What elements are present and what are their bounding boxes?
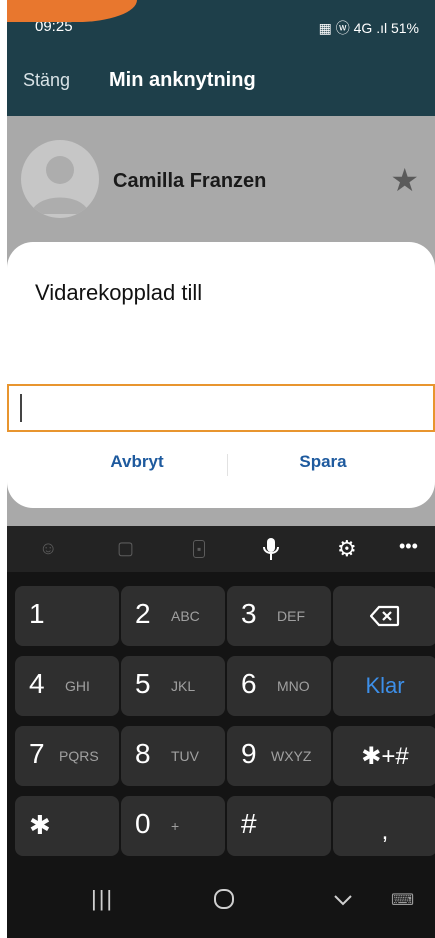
key-8[interactable]: 8 TUV [121, 726, 225, 786]
recent-apps-icon[interactable]: ||| [91, 886, 114, 912]
key-letters: TUV [171, 748, 199, 764]
key-digit: 9 [241, 738, 257, 769]
settings-gear-icon[interactable]: ⚙ [337, 536, 357, 562]
hash-key[interactable]: # [227, 796, 331, 856]
button-divider [227, 454, 228, 476]
key-letters: + [171, 818, 180, 834]
text-caret [20, 394, 22, 422]
key-comma: , [381, 818, 389, 845]
star-icon[interactable]: ★ [390, 161, 419, 199]
key-letters: MNO [277, 678, 310, 694]
key-digit: 6 [241, 668, 257, 699]
app-toolbar: Stäng Min anknytning [7, 52, 435, 116]
key-digit: 8 [135, 738, 151, 769]
keyboard-switch-icon[interactable]: ⌨ [391, 890, 414, 910]
microphone-icon[interactable] [263, 537, 279, 561]
cancel-button[interactable]: Avbryt [57, 452, 217, 472]
key-digit: 3 [241, 598, 257, 629]
key-star: ✱ [29, 810, 51, 840]
backspace-key[interactable] [333, 586, 435, 646]
key-0[interactable]: 0 + [121, 796, 225, 856]
key-digit: 7 [29, 738, 45, 769]
done-label: Klar [365, 673, 405, 698]
key-letters: ABC [171, 608, 200, 624]
key-4[interactable]: 4 GHI [15, 656, 119, 716]
key-letters: GHI [65, 678, 90, 694]
key-5[interactable]: 5 JKL [121, 656, 225, 716]
avatar [21, 140, 99, 218]
sticker-icon[interactable]: ▢ [117, 538, 134, 559]
page-title: Min anknytning [109, 69, 256, 91]
keyboard-toolbar: ☺ ▢ ▪ ⚙ ••• [7, 526, 435, 572]
forward-dialog: Vidarekopplad till Avbryt Spara [7, 242, 435, 508]
gif-icon[interactable]: ▪ [193, 540, 206, 558]
save-button[interactable]: Spara [243, 452, 403, 472]
chevron-down-icon[interactable] [333, 894, 353, 906]
key-letters: PQRS [59, 748, 99, 764]
person-icon [31, 156, 89, 214]
close-button[interactable]: Stäng [23, 70, 70, 91]
more-options-icon[interactable]: ••• [399, 536, 418, 557]
home-icon[interactable] [213, 888, 235, 910]
system-nav-bar: ||| ⌨ [7, 866, 435, 938]
key-letters: DEF [277, 608, 305, 624]
key-1[interactable]: 1 [15, 586, 119, 646]
key-7[interactable]: 7 PQRS [15, 726, 119, 786]
numeric-keyboard: 1 2 ABC 3 DEF 4 GHI 5 JKL 6 MNO Klar 7 P… [7, 572, 435, 866]
star-key[interactable]: ✱ [15, 796, 119, 856]
key-digit: 4 [29, 668, 45, 699]
key-letters: JKL [171, 678, 196, 694]
key-2[interactable]: 2 ABC [121, 586, 225, 646]
forward-number-input[interactable] [7, 384, 435, 432]
comma-key[interactable]: , [333, 796, 435, 856]
key-letters: WXYZ [271, 748, 312, 764]
phone-screen: 09:25 ▦ ⓦ 4G .ıl 51% Stäng Min anknytnin… [7, 0, 435, 938]
key-3[interactable]: 3 DEF [227, 586, 331, 646]
emoji-icon[interactable]: ☺ [39, 538, 57, 559]
key-digit: 5 [135, 668, 151, 699]
key-9[interactable]: 9 WXYZ [227, 726, 331, 786]
dialog-title: Vidarekopplad till [35, 280, 203, 305]
symbols-key[interactable]: ✱+# [333, 726, 435, 786]
key-6[interactable]: 6 MNO [227, 656, 331, 716]
key-digit: 0 [135, 808, 151, 839]
contact-name: Camilla Franzen [113, 170, 267, 192]
key-hash: # [241, 808, 257, 839]
key-digit: 1 [29, 598, 45, 629]
done-key[interactable]: Klar [333, 656, 435, 716]
symbols-label: ✱+# [361, 742, 409, 770]
status-icons: ▦ ⓦ 4G .ıl 51% [318, 20, 419, 36]
key-digit: 2 [135, 598, 151, 629]
backspace-icon [333, 586, 435, 646]
